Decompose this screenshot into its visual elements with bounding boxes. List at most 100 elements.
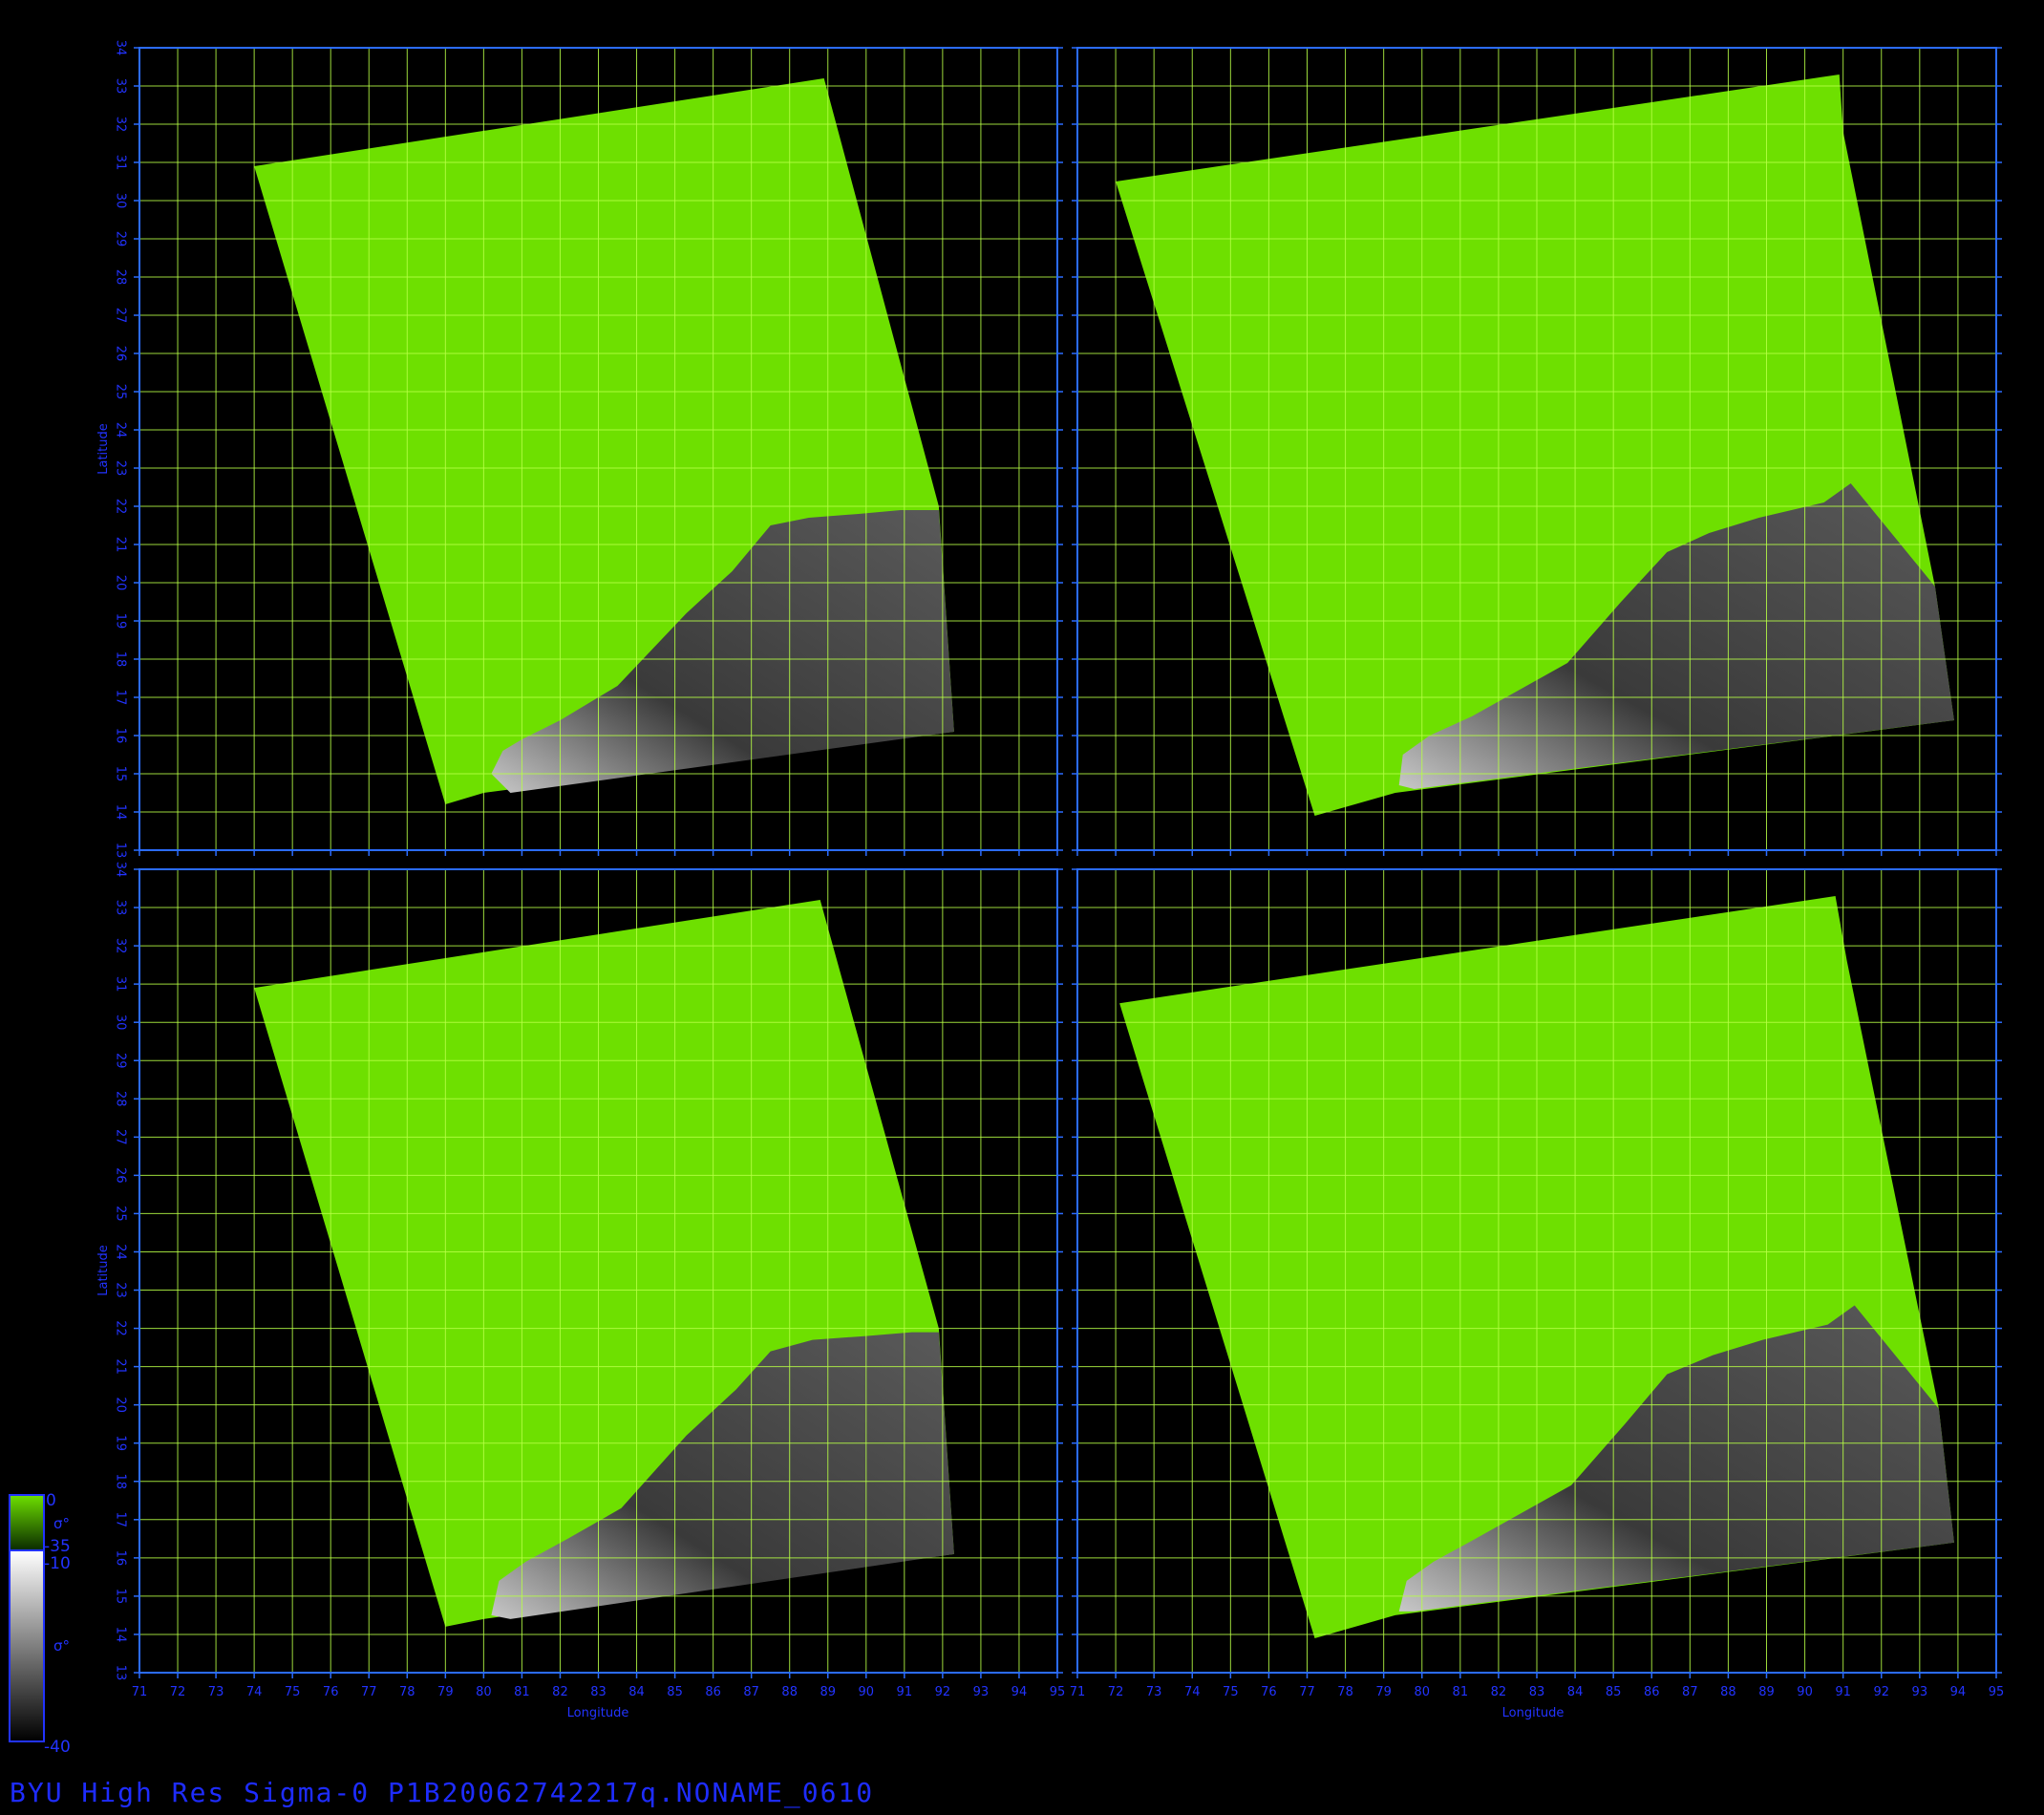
map-panel-1: 13 14 15 16 17 18 19 20 21 22 23 24 25 26 27 28 29 30 31 32… [114, 40, 1063, 859]
y-tick-label: 27 [114, 1129, 128, 1145]
y-axis-label-top: Latitude [96, 423, 111, 475]
x-tick-label: 87 [1682, 1685, 1698, 1699]
y-tick-label: 14 [114, 1627, 128, 1643]
x-tick-label: 71 [1070, 1685, 1086, 1699]
y-tick-label: 19 [114, 1435, 128, 1451]
x-tick-label: 86 [705, 1685, 721, 1699]
y-tick-label: 22 [114, 499, 128, 515]
x-tick-label: 84 [628, 1685, 645, 1699]
y-tick-label: 27 [114, 308, 128, 324]
x-axis-label-left: Longitude [567, 1706, 629, 1720]
map-panel-2 [1072, 47, 2002, 856]
x-tick-label: 83 [590, 1685, 607, 1699]
x-tick-label: 89 [1758, 1685, 1775, 1699]
y-tick-label: 23 [114, 460, 128, 477]
y-tick-label: 13 [114, 1665, 128, 1681]
x-tick-label: 88 [781, 1685, 798, 1699]
y-tick-label: 34 [114, 862, 128, 878]
y-tick-label: 16 [114, 728, 128, 744]
x-tick-label: 72 [1108, 1685, 1124, 1699]
x-tick-label: 78 [399, 1685, 415, 1699]
x-tick-label: 91 [897, 1685, 913, 1699]
y-tick-label: 19 [114, 613, 128, 630]
x-tick-label: 92 [1873, 1685, 1889, 1699]
x-tick-label: 82 [1491, 1685, 1507, 1699]
y-tick-label: 20 [114, 575, 128, 591]
x-tick-label: 87 [743, 1685, 759, 1699]
y-tick-label: 20 [114, 1397, 128, 1413]
x-tick-label: 74 [246, 1685, 263, 1699]
y-tick-label: 29 [114, 1053, 128, 1069]
x-tick-label: 71 [132, 1685, 148, 1699]
colorbar-legend: 0 σ° -35 -10 σ° -40 [9, 1491, 71, 1757]
sea-colorbar-max: 0 [46, 1491, 56, 1510]
land-colorbar-min: -40 [44, 1738, 71, 1757]
y-tick-label: 28 [114, 1091, 128, 1107]
x-tick-label: 85 [1606, 1685, 1622, 1699]
x-tick-label: 73 [208, 1685, 224, 1699]
y-tick-label: 16 [114, 1550, 128, 1567]
map-panel-3: 13 14 15 16 17 18 19 20 21 22 23 24 25 26 27 28 29 30 31 32… [114, 862, 1066, 1699]
x-tick-label: 80 [1414, 1685, 1430, 1699]
y-tick-label: 25 [114, 1206, 128, 1222]
y-tick-label: 26 [114, 1167, 128, 1184]
x-tick-label: 79 [1375, 1685, 1392, 1699]
y-tick-label: 33 [114, 900, 128, 916]
y-tick-label: 14 [114, 804, 128, 821]
y-tick-label: 18 [114, 651, 128, 668]
y-tick-label: 29 [114, 231, 128, 247]
x-tick-label: 90 [859, 1685, 875, 1699]
y-tick-label: 30 [114, 1014, 128, 1031]
x-tick-label: 86 [1644, 1685, 1660, 1699]
x-tick-label: 76 [1261, 1685, 1277, 1699]
sigma0-map-figure: 13 14 15 16 17 18 19 20 21 22 23 24 25 26 27 28 29 30 31 32… [9, 40, 2005, 1757]
x-tick-label: 73 [1146, 1685, 1162, 1699]
x-tick-label: 72 [170, 1685, 186, 1699]
y-tick-label: 18 [114, 1473, 128, 1489]
x-tick-label: 91 [1835, 1685, 1851, 1699]
figure-footer-title: BYU High Res Sigma-0 P1B20062742217q.NON… [10, 1777, 875, 1808]
y-tick-label: 17 [114, 1512, 128, 1528]
x-tick-label: 83 [1529, 1685, 1545, 1699]
x-tick-label: 82 [552, 1685, 568, 1699]
land-colorbar [9, 1549, 45, 1742]
x-tick-label: 90 [1797, 1685, 1813, 1699]
map-panels: 13 14 15 16 17 18 19 20 21 22 23 24 25 26 27 28 29 30 31 32… [114, 40, 2005, 1699]
x-tick-label: 95 [1050, 1685, 1066, 1699]
y-tick-label: 21 [114, 1358, 128, 1375]
x-tick-label: 75 [285, 1685, 301, 1699]
y-tick-label: 25 [114, 384, 128, 400]
y-tick-label: 30 [114, 193, 128, 209]
y-tick-label: 33 [114, 78, 128, 95]
x-tick-label: 93 [973, 1685, 990, 1699]
y-tick-label: 15 [114, 766, 128, 782]
land-colorbar-max: -10 [44, 1554, 71, 1573]
y-tick-label: 24 [114, 1244, 128, 1260]
y-tick-label: 15 [114, 1589, 128, 1605]
x-tick-label: 75 [1223, 1685, 1239, 1699]
x-tick-label: 78 [1337, 1685, 1353, 1699]
y-tick-label: 23 [114, 1282, 128, 1298]
x-tick-label: 88 [1720, 1685, 1736, 1699]
sea-colorbar-min: -35 [44, 1537, 71, 1556]
y-tick-label: 13 [114, 843, 128, 859]
x-tick-label: 85 [667, 1685, 683, 1699]
x-tick-label: 81 [1453, 1685, 1469, 1699]
x-tick-label: 77 [361, 1685, 377, 1699]
y-tick-label: 32 [114, 938, 128, 954]
x-tick-label: 77 [1299, 1685, 1315, 1699]
y-tick-label: 17 [114, 690, 128, 706]
sea-colorbar-symbol: σ° [53, 1515, 70, 1532]
x-tick-label: 94 [1950, 1685, 1967, 1699]
x-tick-label: 94 [1011, 1685, 1028, 1699]
x-tick-label: 84 [1567, 1685, 1584, 1699]
y-tick-label: 22 [114, 1320, 128, 1336]
land-colorbar-symbol: σ° [53, 1637, 70, 1655]
x-tick-label: 81 [514, 1685, 530, 1699]
y-tick-label: 32 [114, 117, 128, 133]
y-tick-label: 31 [114, 155, 128, 171]
y-tick-label: 34 [114, 40, 128, 56]
y-tick-label: 28 [114, 269, 128, 286]
x-axis-label-right: Longitude [1502, 1706, 1565, 1720]
y-tick-label: 21 [114, 537, 128, 553]
